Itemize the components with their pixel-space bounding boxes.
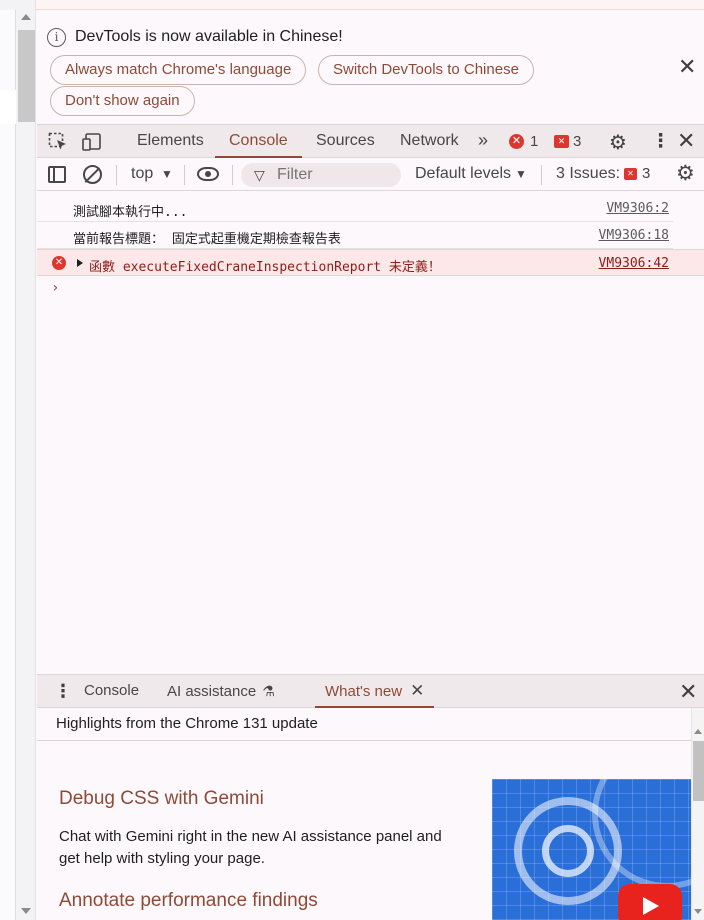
toolbar-divider	[184, 165, 185, 185]
error-icon: ✕	[52, 256, 66, 270]
error-count[interactable]: 1	[530, 133, 538, 150]
scroll-down-icon[interactable]	[694, 909, 702, 914]
page-content-edge	[0, 10, 16, 920]
page-block	[0, 90, 16, 124]
issue-count[interactable]: 3	[573, 133, 581, 150]
live-expression-eye-icon[interactable]	[197, 167, 219, 181]
message-source-link[interactable]: VM9306:42	[599, 256, 669, 271]
drawer-tab-label: What's new	[325, 683, 403, 700]
page-top-edge	[36, 0, 704, 10]
close-devtools-icon[interactable]: ✕	[677, 128, 695, 154]
switch-to-chinese-button[interactable]: Switch DevTools to Chinese	[318, 55, 534, 85]
more-tabs-icon[interactable]: »	[478, 130, 488, 151]
context-selector[interactable]: top	[131, 165, 153, 183]
filter-input[interactable]	[277, 166, 387, 184]
console-message: 當前報告標題： 固定式起重機定期檢查報告表 VM9306:18	[37, 222, 673, 249]
language-infobar: i DevTools is now available in Chinese! …	[37, 11, 704, 124]
page-viewport-strip	[0, 0, 36, 920]
tab-elements[interactable]: Elements	[123, 125, 218, 158]
scrollbar-thumb[interactable]	[693, 741, 704, 801]
message-text: 測試腳本執行中...	[73, 205, 188, 220]
drawer-more-icon[interactable]: ⋮	[54, 681, 72, 702]
whats-new-header: Highlights from the Chrome 131 update	[37, 708, 691, 741]
error-message-text: 函數 executeFixedCraneInspectionReport 未定義…	[89, 260, 441, 275]
drawer-tab-console[interactable]: Console	[74, 675, 149, 708]
scroll-up-icon[interactable]	[694, 729, 702, 734]
flask-icon: ⚗	[262, 683, 275, 699]
filter-box[interactable]: ▽	[241, 163, 401, 187]
message-source-link[interactable]: VM9306:18	[599, 228, 669, 243]
feature-title: Debug CSS with Gemini	[59, 788, 264, 809]
toolbar-divider	[232, 165, 233, 185]
devtools-panel: i DevTools is now available in Chinese! …	[37, 11, 704, 920]
issues-link[interactable]: 3 Issues:	[556, 165, 620, 183]
levels-dropdown-icon[interactable]: ▼	[515, 167, 527, 181]
page-scroll-up-icon[interactable]	[21, 14, 31, 20]
tab-sources[interactable]: Sources	[302, 125, 389, 158]
inspect-element-icon[interactable]	[48, 132, 68, 152]
feature-description: Chat with Gemini right in the new AI ass…	[59, 828, 442, 867]
console-error-message[interactable]: ✕ 函數 executeFixedCraneInspectionReport 未…	[37, 249, 704, 276]
issues-count[interactable]: 3	[642, 165, 650, 182]
drawer-tab-ai-assistance[interactable]: AI assistance ⚗	[157, 675, 285, 708]
expand-triangle-icon[interactable]	[77, 259, 83, 267]
context-dropdown-icon[interactable]: ▼	[161, 167, 173, 181]
feature-video-thumbnail[interactable]	[492, 779, 691, 920]
device-toolbar-icon[interactable]	[82, 132, 102, 152]
infobar-close-icon[interactable]: ✕	[678, 56, 696, 78]
drawer-tab-whats-new[interactable]: What's new ✕	[315, 675, 435, 708]
page-scroll-down-icon[interactable]	[21, 908, 31, 914]
console-message: 測試腳本執行中... VM9306:2	[37, 195, 673, 222]
page-scrollbar-thumb[interactable]	[18, 30, 35, 122]
infobar-message: DevTools is now available in Chinese!	[75, 28, 343, 45]
tab-network[interactable]: Network	[386, 125, 473, 158]
show-sidebar-icon[interactable]	[48, 166, 66, 183]
toolbar-divider	[116, 165, 117, 185]
whats-new-header-text: Highlights from the Chrome 131 update	[56, 715, 318, 732]
screen: i DevTools is now available in Chinese! …	[0, 0, 704, 920]
dont-show-again-button[interactable]: Don't show again	[50, 86, 195, 116]
main-tab-bar: Elements Console Sources Network » ✕ 1 ✕…	[37, 124, 704, 158]
drawer-tab-label: Console	[84, 682, 140, 699]
message-source-link[interactable]: VM9306:2	[606, 201, 669, 216]
console-prompt-icon[interactable]: ›	[51, 280, 59, 296]
console-toolbar: top ▼ ▽ Default levels ▼ 3 Issues: ✕ 3 ⚙	[37, 158, 704, 191]
message-text: 當前報告標題： 固定式起重機定期檢查報告表	[73, 232, 341, 247]
always-match-language-button[interactable]: Always match Chrome's language	[50, 55, 307, 85]
info-icon: i	[47, 28, 66, 47]
youtube-play-icon[interactable]	[618, 884, 682, 920]
log-levels-dropdown[interactable]: Default levels	[415, 165, 511, 183]
filter-icon: ▽	[254, 167, 265, 183]
clear-console-icon[interactable]	[83, 165, 102, 184]
issue-count-icon[interactable]: ✕	[554, 135, 569, 148]
whats-new-scrollbar[interactable]	[691, 708, 704, 920]
close-tab-icon[interactable]: ✕	[410, 681, 424, 700]
toolbar-divider	[541, 165, 542, 185]
drawer-tab-label: AI assistance	[167, 683, 257, 700]
settings-gear-icon[interactable]: ⚙	[609, 130, 627, 155]
error-count-icon[interactable]: ✕	[509, 134, 524, 149]
feature-title: Annotate performance findings	[59, 890, 318, 911]
drawer-tab-bar: ⋮ Console AI assistance ⚗ What's new ✕ ✕	[37, 674, 704, 708]
thumbnail-ring	[542, 825, 594, 877]
issues-flag-icon[interactable]: ✕	[624, 168, 637, 180]
tab-console[interactable]: Console	[215, 125, 302, 158]
more-options-icon[interactable]: ⋮	[651, 130, 670, 153]
close-drawer-icon[interactable]: ✕	[679, 679, 697, 705]
whats-new-body: Debug CSS with Gemini Chat with Gemini r…	[37, 742, 691, 920]
console-settings-gear-icon[interactable]: ⚙	[676, 161, 695, 186]
